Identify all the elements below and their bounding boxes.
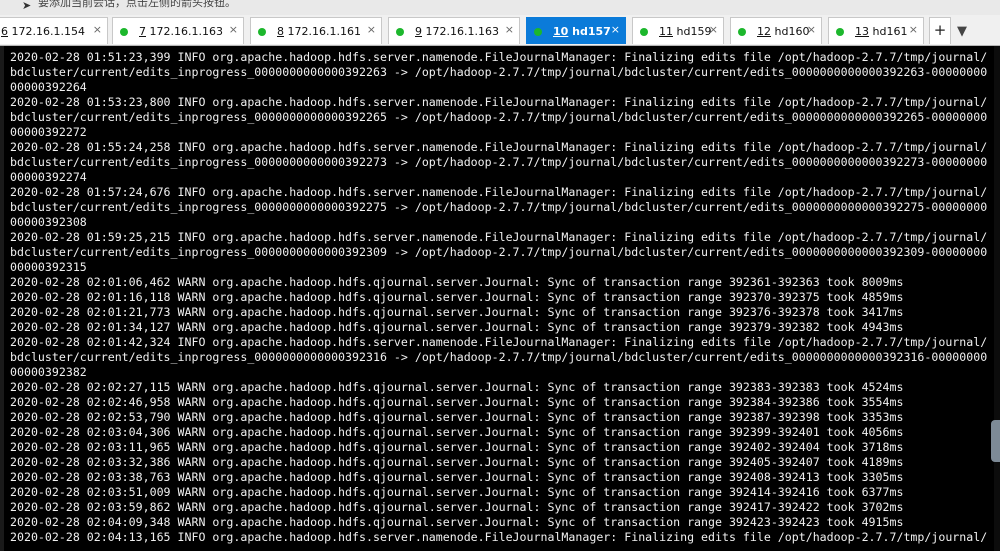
terminal-line: 00000392308 xyxy=(10,215,87,229)
tab-close-icon[interactable]: × xyxy=(93,24,102,36)
tab-close-icon[interactable]: × xyxy=(229,24,238,36)
tab-session-6[interactable]: 6 172.16.1.154 × xyxy=(0,17,108,44)
connected-status-icon xyxy=(640,28,648,36)
terminal-line: 2020-02-28 02:04:13,165 INFO org.apache.… xyxy=(10,530,988,544)
add-tab-button[interactable]: + xyxy=(929,17,951,44)
terminal-output[interactable]: 2020-02-28 01:51:23,399 INFO org.apache.… xyxy=(0,46,1000,551)
terminal-line: bdcluster/current/edits_inprogress_00000… xyxy=(10,155,988,169)
terminal-line: 00000392315 xyxy=(10,260,87,274)
tab-label: 10 hd157 xyxy=(553,25,611,38)
terminal-line: 2020-02-28 01:59:25,215 INFO org.apache.… xyxy=(10,230,988,244)
connected-status-icon xyxy=(738,28,746,36)
terminal-line: 2020-02-28 02:03:38,763 WARN org.apache.… xyxy=(10,470,904,484)
terminal-line: 2020-02-28 02:03:32,386 WARN org.apache.… xyxy=(10,455,904,469)
tab-close-icon[interactable]: × xyxy=(709,24,718,36)
terminal-line: 2020-02-28 02:03:51,009 WARN org.apache.… xyxy=(10,485,904,499)
tab-label: 7 172.16.1.163 xyxy=(139,25,223,38)
tab-session-9[interactable]: 9 172.16.1.163 × xyxy=(388,17,520,44)
terminal-line: 2020-02-28 02:02:46,958 WARN org.apache.… xyxy=(10,395,904,409)
tab-label: 6 172.16.1.154 xyxy=(1,25,85,38)
tab-list-chevron-icon[interactable]: ▼ xyxy=(957,24,967,39)
terminal-line: 2020-02-28 02:03:04,306 WARN org.apache.… xyxy=(10,425,904,439)
terminal-left-border xyxy=(0,46,4,551)
session-tab-bar: 6 172.16.1.154 × 7 172.16.1.163 × 8 172.… xyxy=(0,15,1000,46)
terminal-line: 2020-02-28 02:01:21,773 WARN org.apache.… xyxy=(10,305,904,319)
terminal-line: bdcluster/current/edits_inprogress_00000… xyxy=(10,200,988,214)
terminal-line: 2020-02-28 02:02:27,115 WARN org.apache.… xyxy=(10,380,904,394)
tab-close-icon[interactable]: × xyxy=(367,24,376,36)
terminal-line: 2020-02-28 02:04:09,348 WARN org.apache.… xyxy=(10,515,904,529)
terminal-line: 2020-02-28 02:03:59,862 WARN org.apache.… xyxy=(10,500,904,514)
tab-session-8[interactable]: 8 172.16.1.161 × xyxy=(250,17,382,44)
terminal-line: 00000392274 xyxy=(10,170,87,184)
terminal-line: bdcluster/current/edits_inprogress_00000… xyxy=(10,350,988,364)
terminal-right-border xyxy=(994,46,1000,551)
terminal-line: 2020-02-28 02:01:42,324 INFO org.apache.… xyxy=(10,335,988,349)
tab-close-icon[interactable]: × xyxy=(909,24,918,36)
terminal-line: 2020-02-28 02:02:53,790 WARN org.apache.… xyxy=(10,410,904,424)
tab-label: 12 hd160 xyxy=(757,25,810,38)
tab-session-13[interactable]: 13 hd161 × xyxy=(828,17,924,44)
connected-status-icon xyxy=(396,28,404,36)
terminal-line: 2020-02-28 02:03:11,965 WARN org.apache.… xyxy=(10,440,904,454)
connected-status-icon xyxy=(836,28,844,36)
terminal-line: 00000392382 xyxy=(10,365,87,379)
session-hint-bar: ➤ 要添加当前会话，点击左侧的箭头按钮。 xyxy=(0,0,1000,15)
side-panel-handle[interactable] xyxy=(991,420,1000,462)
tab-close-icon[interactable]: × xyxy=(611,24,620,36)
connected-status-icon xyxy=(258,28,266,36)
tab-label: 8 172.16.1.161 xyxy=(277,25,361,38)
terminal-line: 00000392272 xyxy=(10,125,87,139)
tab-session-7[interactable]: 7 172.16.1.163 × xyxy=(112,17,244,44)
arrow-icon[interactable]: ➤ xyxy=(22,0,31,11)
terminal-line: 00000392264 xyxy=(10,80,87,94)
session-hint-text: 要添加当前会话，点击左侧的箭头按钮。 xyxy=(38,0,236,9)
terminal-line: 2020-02-28 01:57:24,676 INFO org.apache.… xyxy=(10,185,988,199)
connected-status-icon xyxy=(534,28,542,36)
tab-label: 13 hd161 xyxy=(855,25,908,38)
connected-status-icon xyxy=(120,28,128,36)
terminal-line: 2020-02-28 02:01:16,118 WARN org.apache.… xyxy=(10,290,904,304)
terminal-line: 2020-02-28 01:51:23,399 INFO org.apache.… xyxy=(10,50,988,64)
terminal-line: bdcluster/current/edits_inprogress_00000… xyxy=(10,65,988,79)
tab-label: 11 hd159 xyxy=(659,25,712,38)
terminal-line: 2020-02-28 02:01:06,462 WARN org.apache.… xyxy=(10,275,904,289)
terminal-line: bdcluster/current/edits_inprogress_00000… xyxy=(10,245,988,259)
tab-close-icon[interactable]: × xyxy=(807,24,816,36)
terminal-line: 2020-02-28 01:53:23,800 INFO org.apache.… xyxy=(10,95,988,109)
terminal-line: 2020-02-28 01:55:24,258 INFO org.apache.… xyxy=(10,140,988,154)
terminal-line: bdcluster/current/edits_inprogress_00000… xyxy=(10,110,988,124)
tab-session-10[interactable]: 10 hd157 × xyxy=(526,17,626,44)
tab-session-12[interactable]: 12 hd160 × xyxy=(730,17,822,44)
tab-session-11[interactable]: 11 hd159 × xyxy=(632,17,724,44)
tab-close-icon[interactable]: × xyxy=(505,24,514,36)
tab-label: 9 172.16.1.163 xyxy=(415,25,499,38)
terminal-line: 2020-02-28 02:01:34,127 WARN org.apache.… xyxy=(10,320,904,334)
